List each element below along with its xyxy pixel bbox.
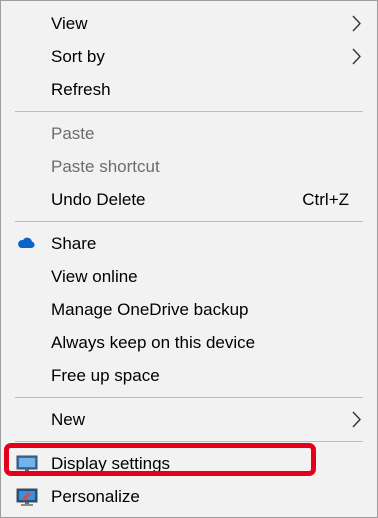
menu-item-label: Undo Delete	[51, 190, 146, 209]
menu-item-free-up-space[interactable]: Free up space	[1, 359, 377, 392]
menu-item-label: Free up space	[51, 366, 160, 385]
menu-item-refresh[interactable]: Refresh	[1, 73, 377, 106]
chevron-right-icon	[352, 411, 361, 428]
context-menu: View Sort by Refresh Paste Paste shortcu…	[0, 0, 378, 518]
display-monitor-icon	[16, 455, 38, 473]
menu-item-paste[interactable]: Paste	[1, 117, 377, 150]
menu-item-label: New	[51, 410, 86, 429]
menu-item-label: Manage OneDrive backup	[51, 300, 249, 319]
personalize-monitor-icon	[16, 488, 38, 506]
menu-separator	[15, 221, 363, 222]
chevron-right-icon	[352, 48, 361, 65]
menu-separator	[15, 441, 363, 442]
menu-item-label: Sort by	[51, 47, 105, 66]
menu-item-label: Refresh	[51, 80, 111, 99]
menu-separator	[15, 111, 363, 112]
menu-item-sort-by[interactable]: Sort by	[1, 40, 377, 73]
menu-item-label: Personalize	[51, 487, 140, 506]
onedrive-cloud-icon	[18, 237, 35, 248]
menu-item-label: Display settings	[51, 454, 171, 473]
menu-item-paste-shortcut[interactable]: Paste shortcut	[1, 150, 377, 183]
menu-item-always-keep-on-device[interactable]: Always keep on this device	[1, 326, 377, 359]
shortcut-text: Ctrl+Z	[302, 190, 349, 209]
menu-item-label: Always keep on this device	[51, 333, 256, 352]
menu-item-view[interactable]: View	[1, 7, 377, 40]
menu-item-share[interactable]: Share	[1, 227, 377, 260]
menu-item-undo-delete[interactable]: Undo Delete Ctrl+Z	[1, 183, 377, 216]
menu-item-label: Share	[51, 234, 97, 253]
menu-item-display-settings[interactable]: Display settings	[1, 447, 377, 480]
menu-item-label: Paste	[51, 124, 95, 143]
menu-item-label: Paste shortcut	[51, 157, 160, 176]
menu-item-view-online[interactable]: View online	[1, 260, 377, 293]
menu-item-new[interactable]: New	[1, 403, 377, 436]
menu-item-label: View online	[51, 267, 138, 286]
menu-item-label: View	[51, 14, 88, 33]
menu-item-personalize[interactable]: Personalize	[1, 480, 377, 513]
menu-separator	[15, 397, 363, 398]
chevron-right-icon	[352, 15, 361, 32]
menu-item-manage-onedrive-backup[interactable]: Manage OneDrive backup	[1, 293, 377, 326]
